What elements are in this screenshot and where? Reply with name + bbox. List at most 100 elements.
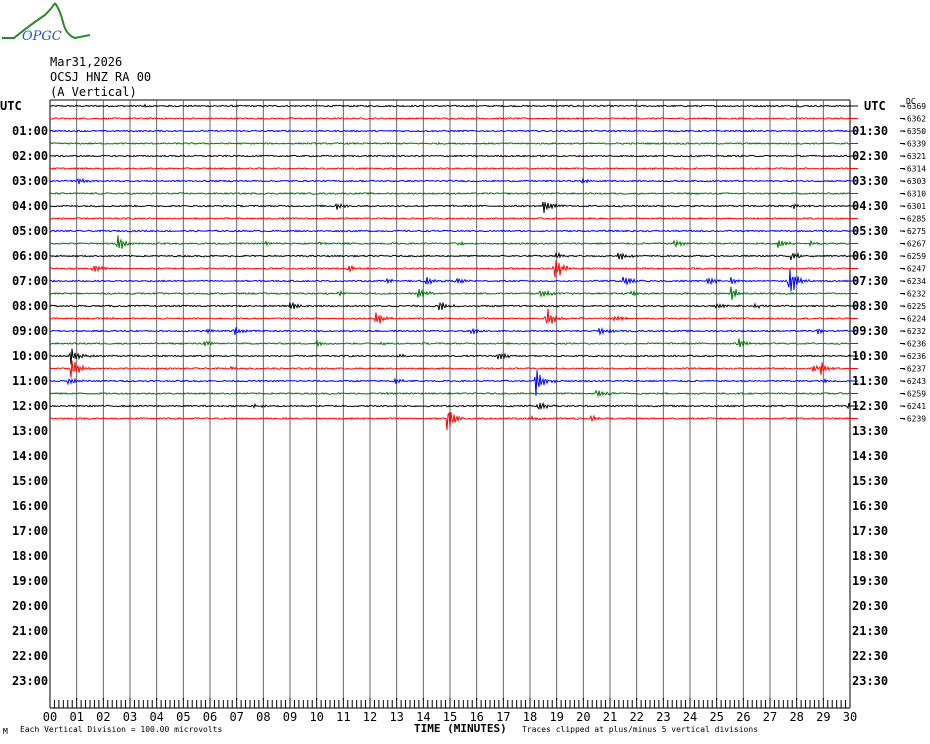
seismogram-svg: OPGC Mar31,2026 OCSJ HNZ RA 00 (A Vertic… <box>0 2 926 736</box>
dc-offset-label: -6224 <box>902 315 926 324</box>
x-tick-label: 23 <box>656 710 670 724</box>
dc-offset-label: -6241 <box>902 402 926 411</box>
right-time-label: 16:30 <box>852 499 888 513</box>
dc-offset-label: -6301 <box>902 202 926 211</box>
x-axis-title: TIME (MINUTES) <box>414 722 507 735</box>
right-time-label: 06:30 <box>852 249 888 263</box>
dc-offset-label: -6321 <box>902 152 926 161</box>
dc-offset-label: -6339 <box>902 140 926 149</box>
clip-note: Traces clipped at plus/minus 5 vertical … <box>522 725 758 734</box>
logo-text: OPGC <box>22 29 62 44</box>
right-time-label: 19:30 <box>852 574 888 588</box>
left-time-label: 23:00 <box>12 674 48 688</box>
left-time-label: 13:00 <box>12 424 48 438</box>
dc-offset-label: -6236 <box>902 352 926 361</box>
x-tick-label: 02 <box>96 710 110 724</box>
dc-offset-label: -6310 <box>902 190 926 199</box>
x-tick-label: 05 <box>176 710 190 724</box>
x-tick-label: 20 <box>576 710 590 724</box>
trace-row <box>49 167 851 170</box>
dc-offset-label: -6239 <box>902 415 926 424</box>
station-label: OCSJ HNZ RA 00 <box>50 70 151 84</box>
x-tick-label: 26 <box>736 710 750 724</box>
right-time-label: 18:30 <box>852 549 888 563</box>
left-time-label: 18:00 <box>12 549 48 563</box>
x-tick-label: 11 <box>336 710 350 724</box>
left-time-label: 22:00 <box>12 649 48 663</box>
right-time-label: 21:30 <box>852 624 888 638</box>
right-time-label: 03:30 <box>852 174 888 188</box>
left-time-label: 09:00 <box>12 324 48 338</box>
dc-offset-label: -6369 <box>902 102 926 111</box>
left-time-label: 14:00 <box>12 449 48 463</box>
x-tick-label: 10 <box>309 710 323 724</box>
left-time-label: 07:00 <box>12 274 48 288</box>
dc-offset-label: -6232 <box>902 290 926 299</box>
dc-offset-label: -6236 <box>902 340 926 349</box>
left-time-label: 05:00 <box>12 224 48 238</box>
left-time-label: 04:00 <box>12 199 48 213</box>
x-tick-label: 09 <box>283 710 297 724</box>
left-time-label: 19:00 <box>12 574 48 588</box>
x-tick-label: 01 <box>69 710 83 724</box>
x-tick-label: 29 <box>816 710 830 724</box>
division-note: Each Vertical Division = 100.00 microvol… <box>20 725 222 734</box>
x-tick-label: 30 <box>843 710 857 724</box>
left-time-label: 12:00 <box>12 399 48 413</box>
right-time-label: 23:30 <box>852 674 888 688</box>
x-tick-label: 07 <box>229 710 243 724</box>
dc-offset-label: -6303 <box>902 177 926 186</box>
dc-offset-label: -6225 <box>902 302 926 311</box>
right-time-label: 12:30 <box>852 399 888 413</box>
left-time-label: 02:00 <box>12 149 48 163</box>
x-tick-label: 19 <box>549 710 563 724</box>
x-tick-label: 12 <box>363 710 377 724</box>
right-time-label: 07:30 <box>852 274 888 288</box>
dc-offset-label: -6267 <box>902 240 926 249</box>
x-tick-label: 25 <box>709 710 723 724</box>
left-time-label: 15:00 <box>12 474 48 488</box>
footer-mark: M <box>3 727 8 736</box>
left-time-label: 16:00 <box>12 499 48 513</box>
date-label: Mar31,2026 <box>50 55 122 69</box>
dc-offset-label: -6285 <box>902 215 926 224</box>
right-time-label: 11:30 <box>852 374 888 388</box>
left-time-label: 11:00 <box>12 374 48 388</box>
dc-offset-label: -6314 <box>902 165 926 174</box>
x-tick-label: 22 <box>629 710 643 724</box>
right-utc-label: UTC <box>864 99 886 113</box>
dc-offset-label: -6247 <box>902 265 926 274</box>
left-time-label: 21:00 <box>12 624 48 638</box>
dc-offset-label: -6234 <box>902 277 926 286</box>
left-time-label: 03:00 <box>12 174 48 188</box>
x-tick-label: 27 <box>763 710 777 724</box>
x-tick-label: 06 <box>203 710 217 724</box>
x-tick-label: 13 <box>389 710 403 724</box>
x-tick-label: 28 <box>789 710 803 724</box>
right-time-label: 01:30 <box>852 124 888 138</box>
dc-offset-label: -6237 <box>902 365 926 374</box>
x-tick-label: 24 <box>683 710 697 724</box>
x-tick-label: 18 <box>523 710 537 724</box>
dc-offset-label: -6232 <box>902 327 926 336</box>
left-time-label: 20:00 <box>12 599 48 613</box>
right-time-label: 20:30 <box>852 599 888 613</box>
dc-offset-label: -6259 <box>902 390 926 399</box>
left-time-label: 08:00 <box>12 299 48 313</box>
right-time-label: 13:30 <box>852 424 888 438</box>
x-tick-label: 00 <box>43 710 57 724</box>
right-time-label: 10:30 <box>852 349 888 363</box>
component-label: (A Vertical) <box>50 85 137 99</box>
left-time-label: 01:00 <box>12 124 48 138</box>
right-time-label: 14:30 <box>852 449 888 463</box>
left-time-label: 06:00 <box>12 249 48 263</box>
x-tick-label: 08 <box>256 710 270 724</box>
dc-offset-label: -6350 <box>902 127 926 136</box>
dc-offset-label: -6259 <box>902 252 926 261</box>
left-time-label: 17:00 <box>12 524 48 538</box>
right-time-label: 15:30 <box>852 474 888 488</box>
right-time-label: 02:30 <box>852 149 888 163</box>
left-utc-label: UTC <box>0 99 22 113</box>
right-time-label: 05:30 <box>852 224 888 238</box>
helicorder-plot: OPGC Mar31,2026 OCSJ HNZ RA 00 (A Vertic… <box>0 0 930 744</box>
